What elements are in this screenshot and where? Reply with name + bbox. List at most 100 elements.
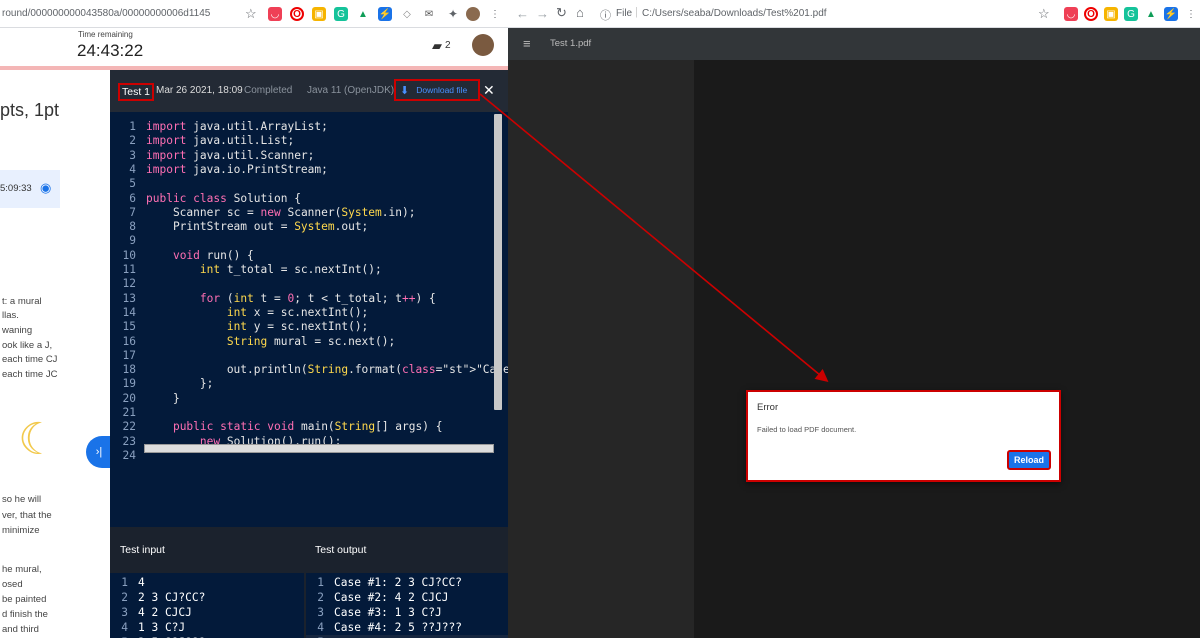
pocket-ext-icon[interactable]: ◡	[1064, 7, 1078, 21]
user-avatar[interactable]	[472, 34, 494, 56]
menu-kebab-icon[interactable]: ⋮	[1184, 7, 1198, 21]
forward-icon[interactable]: →	[536, 6, 549, 21]
speed-ext-icon[interactable]: ⚡	[378, 7, 392, 21]
opera-ext-icon[interactable]: O	[1084, 7, 1098, 21]
line-number: 7	[129, 205, 136, 219]
bg-line: minimize	[2, 525, 40, 536]
bg-line: ook like a J,	[2, 340, 53, 351]
submission-card[interactable]: 5:09:33 ◉	[0, 170, 60, 208]
close-icon[interactable]: ✕	[483, 82, 495, 99]
bookmark-star-icon[interactable]: ☆	[1038, 6, 1050, 22]
code-text: int t_total = sc.nextInt();	[199, 263, 382, 276]
right-address-bar: ← → ↻ ⌂ ⓘ File | C:/Users/seaba/Download…	[508, 0, 1200, 28]
bookmark-star-icon[interactable]: ☆	[245, 6, 257, 22]
code-text: import java.io.PrintStream;	[146, 162, 328, 176]
test-output-label: Test output	[315, 544, 367, 556]
right-url-text[interactable]: C:/Users/seaba/Downloads/Test%201.pdf	[642, 8, 827, 19]
bg-line: llas.	[2, 310, 19, 321]
chat-icon[interactable]: ▰	[432, 38, 442, 54]
drive-ext-icon[interactable]: ▲	[356, 7, 370, 21]
reload-icon[interactable]: ↻	[556, 5, 567, 21]
eye-icon[interactable]: ◉	[40, 180, 51, 196]
modal-header: Test 1 Mar 26 2021, 18:09 Completed Java…	[110, 70, 508, 112]
hamburger-menu-icon[interactable]: ≡	[523, 36, 531, 51]
grammarly-ext-icon[interactable]: G	[1124, 7, 1138, 21]
error-dialog: Error Failed to load PDF document. Reloa…	[746, 390, 1061, 482]
io-text: 1 3 C?J	[138, 621, 186, 634]
profile-avatar-icon[interactable]	[466, 7, 480, 21]
line-number: 1	[121, 576, 128, 589]
extensions-puzzle-icon[interactable]: ✦	[446, 7, 460, 21]
code-text: public class Solution {	[146, 191, 301, 205]
line-number: 22	[122, 420, 136, 434]
url-prefix: File	[616, 8, 633, 19]
bg-line: he mural,	[2, 564, 42, 575]
code-line: 17	[110, 349, 508, 363]
bg-line: waning	[2, 325, 33, 336]
code-line: 7 Scanner sc = new Scanner(System.in);	[110, 206, 508, 220]
code-line: 16 String mural = sc.next();	[110, 335, 508, 349]
io-panel: 1422 3 CJ?CC?34 2 CJCJ41 3 C?J52 5 ??J??…	[110, 573, 508, 638]
code-line: 14 int x = sc.nextInt();	[110, 306, 508, 320]
io-text: 2 3 CJ?CC?	[138, 591, 206, 604]
grammarly-ext-icon[interactable]: G	[334, 7, 348, 21]
test-output-area[interactable]: 1 Case #1: 2 3 CJ?CC? 2 Case #2: 4 2 CJCJ 3 C…	[306, 573, 508, 638]
code-line: 13 for (int t = 0; t < t_total; t++) {	[110, 292, 508, 306]
left-address-bar[interactable]: round/000000000043580a/00000000006d1145 …	[0, 0, 508, 28]
line-number: 4	[121, 621, 128, 634]
line-number: 1	[129, 120, 136, 133]
problem-heading: pts, 1pt	[0, 100, 60, 120]
submission-modal: Test 1 Mar 26 2021, 18:09 Completed Java…	[110, 70, 508, 638]
bg-line: and third	[2, 624, 39, 635]
line-number: 4	[317, 621, 324, 634]
submission-time: 5:09:33	[0, 183, 32, 194]
line-number: 8	[129, 220, 136, 234]
test-input-area[interactable]: 1422 3 CJ?CC?34 2 CJCJ41 3 C?J52 5 ??J??…	[110, 573, 304, 638]
reload-button[interactable]: Reload	[1007, 450, 1051, 470]
io-text: Case #1: 2 3 CJ?CC?	[334, 576, 462, 589]
code-text: };	[146, 377, 214, 391]
back-icon[interactable]: ←	[516, 6, 529, 21]
drive-ext-icon[interactable]: ▲	[1144, 7, 1158, 21]
home-icon[interactable]: ⌂	[576, 5, 584, 20]
code-line: 20 }	[110, 392, 508, 406]
pocket-ext-icon[interactable]: ◡	[268, 7, 282, 21]
horizontal-scrollbar[interactable]	[144, 444, 494, 453]
io-text: 4	[138, 576, 145, 589]
code-text: import java.util.Scanner;	[146, 148, 315, 162]
download-file-button[interactable]: ⬇ Download file	[394, 79, 480, 101]
bg-line: d finish the	[2, 609, 48, 620]
code-viewer[interactable]: 1 import java.util.ArrayList; 2 import java…	[110, 112, 508, 527]
keep-ext-icon[interactable]: ▣	[1104, 7, 1118, 21]
mail-ext-icon[interactable]: ✉	[422, 7, 436, 21]
left-url-text[interactable]: round/000000000043580a/00000000006d1145	[2, 8, 210, 19]
code-text: void run() {	[172, 248, 254, 262]
speed-ext-icon[interactable]: ⚡	[1164, 7, 1178, 21]
url-separator: |	[635, 6, 638, 18]
code-line: 8 PrintStream out = System.out;	[110, 220, 508, 234]
line-number: 1	[317, 576, 324, 589]
line-number: 3	[317, 606, 324, 619]
moon-illustration: ☾	[18, 415, 58, 464]
menu-kebab-icon[interactable]: ⋮	[488, 7, 502, 21]
line-number: 19	[122, 377, 136, 391]
pdf-title: Test 1.pdf	[550, 38, 592, 49]
code-text: for (int t = 0; t < t_total; t++) {	[199, 291, 436, 305]
language-label: Java 11 (OpenJDK)	[307, 85, 395, 96]
keep-ext-icon[interactable]: ▣	[312, 7, 326, 21]
vertical-scrollbar[interactable]	[494, 114, 502, 410]
code-line: 21	[110, 406, 508, 420]
collapse-button[interactable]: ›|	[86, 436, 112, 468]
line-number: 3	[121, 606, 128, 619]
tracker-ext-icon[interactable]: ◇	[400, 7, 414, 21]
io-text: 4 2 CJCJ	[138, 606, 192, 619]
test-input-label: Test input	[120, 544, 165, 556]
opera-ext-icon[interactable]: O	[290, 7, 304, 21]
line-number: 12	[122, 277, 136, 291]
line-number: 3	[129, 148, 136, 162]
info-icon[interactable]: ⓘ	[600, 7, 611, 23]
code-text: import java.util.ArrayList;	[146, 120, 328, 133]
submission-status: Completed	[244, 85, 293, 96]
bg-line: be painted	[2, 594, 47, 605]
code-line: 3 import java.util.Scanner;	[110, 149, 508, 163]
